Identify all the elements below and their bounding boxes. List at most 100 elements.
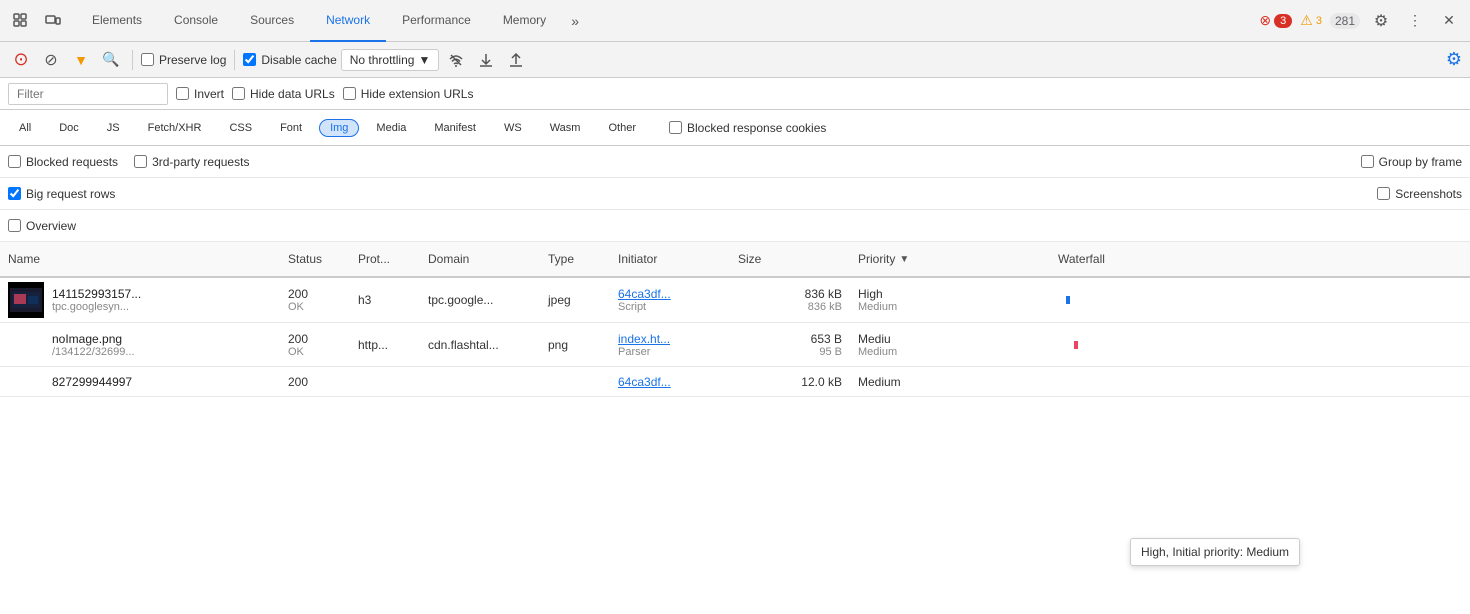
warning-count: ⚠ 3 bbox=[1300, 12, 1322, 29]
throttle-selector[interactable]: No throttling ▼ bbox=[341, 49, 440, 71]
tab-network[interactable]: Network bbox=[310, 0, 386, 42]
type-btn-doc[interactable]: Doc bbox=[48, 119, 90, 137]
filter-row: Invert Hide data URLs Hide extension URL… bbox=[0, 78, 1470, 110]
third-party-toggle[interactable]: 3rd-party requests bbox=[134, 155, 249, 169]
tab-elements[interactable]: Elements bbox=[76, 0, 158, 42]
td-priority-0: High Medium bbox=[850, 278, 1050, 322]
import-button[interactable] bbox=[473, 47, 499, 73]
table-body: 141152993157... tpc.googlesyn... 200 OK … bbox=[0, 278, 1470, 397]
tab-console[interactable]: Console bbox=[158, 0, 234, 42]
name-inner-2: 827299944997 bbox=[8, 375, 272, 389]
type-btn-media[interactable]: Media bbox=[365, 119, 417, 137]
type-btn-manifest[interactable]: Manifest bbox=[423, 119, 487, 137]
th-waterfall[interactable]: Waterfall bbox=[1050, 252, 1470, 266]
filter-input[interactable] bbox=[8, 83, 168, 105]
tab-sources[interactable]: Sources bbox=[234, 0, 310, 42]
td-priority-1: Mediu Medium bbox=[850, 323, 1050, 366]
th-protocol[interactable]: Prot... bbox=[350, 252, 420, 266]
screenshots-checkbox[interactable] bbox=[1377, 187, 1390, 200]
type-btn-js[interactable]: JS bbox=[96, 119, 131, 137]
th-name[interactable]: Name bbox=[0, 252, 280, 266]
type-btn-wasm[interactable]: Wasm bbox=[539, 119, 592, 137]
settings-button[interactable]: ⚙ bbox=[1368, 8, 1394, 34]
export-button[interactable] bbox=[503, 47, 529, 73]
overview-toggle[interactable]: Overview bbox=[8, 219, 76, 233]
inspect-icon[interactable] bbox=[8, 8, 34, 34]
stop-recording-button[interactable]: ⊙ bbox=[8, 47, 34, 73]
invert-toggle[interactable]: Invert bbox=[176, 87, 224, 101]
table-row[interactable]: 141152993157... tpc.googlesyn... 200 OK … bbox=[0, 278, 1470, 323]
tab-performance[interactable]: Performance bbox=[386, 0, 487, 42]
type-btn-img[interactable]: Img bbox=[319, 119, 359, 137]
options-right-1: Group by frame bbox=[1361, 155, 1462, 169]
hide-ext-urls-toggle[interactable]: Hide extension URLs bbox=[343, 87, 474, 101]
td-protocol-1: http... bbox=[350, 323, 420, 366]
overview-checkbox[interactable] bbox=[8, 219, 21, 232]
table-row[interactable]: noImage.png /134122/32699... 200 OK http… bbox=[0, 323, 1470, 367]
group-by-frame-checkbox[interactable] bbox=[1361, 155, 1374, 168]
close-devtools-button[interactable]: ✕ bbox=[1436, 8, 1462, 34]
th-priority[interactable]: Priority ▼ bbox=[850, 252, 1050, 266]
hide-data-urls-toggle[interactable]: Hide data URLs bbox=[232, 87, 335, 101]
table-header: Name Status Prot... Domain Type Initiato… bbox=[0, 242, 1470, 278]
tab-bar: Elements Console Sources Network Perform… bbox=[0, 0, 1470, 42]
blocked-requests-toggle[interactable]: Blocked requests bbox=[8, 155, 118, 169]
type-btn-css[interactable]: CSS bbox=[218, 119, 263, 137]
td-size-2: 12.0 kB bbox=[730, 367, 850, 396]
screenshots-toggle[interactable]: Screenshots bbox=[1377, 187, 1462, 201]
network-settings-button[interactable]: ⚙ bbox=[1446, 49, 1462, 70]
td-initiator-0: 64ca3df... Script bbox=[610, 278, 730, 322]
type-btn-other[interactable]: Other bbox=[597, 119, 647, 137]
wifi-icon[interactable] bbox=[443, 47, 469, 73]
th-size[interactable]: Size bbox=[730, 252, 850, 266]
table-row[interactable]: 827299944997 200 64ca3df... 12.0 kB Medi… bbox=[0, 367, 1470, 397]
tab-memory[interactable]: Memory bbox=[487, 0, 562, 42]
th-initiator[interactable]: Initiator bbox=[610, 252, 730, 266]
td-size-0: 836 kB 836 kB bbox=[730, 278, 850, 322]
td-initiator-1: index.ht... Parser bbox=[610, 323, 730, 366]
name-text-0: 141152993157... tpc.googlesyn... bbox=[52, 287, 141, 313]
hide-data-urls-checkbox[interactable] bbox=[232, 87, 245, 100]
preserve-log-checkbox[interactable] bbox=[141, 53, 154, 66]
search-button[interactable]: 🔍 bbox=[98, 47, 124, 73]
disable-cache-checkbox[interactable] bbox=[243, 53, 256, 66]
tab-bar-end: ⊗ 3 ⚠ 3 281 ⚙ ⋮ ✕ bbox=[1259, 8, 1462, 34]
blocked-requests-checkbox[interactable] bbox=[8, 155, 21, 168]
td-waterfall-0 bbox=[1050, 278, 1470, 322]
type-btn-all[interactable]: All bbox=[8, 119, 42, 137]
options-right-2: Screenshots bbox=[1377, 187, 1462, 201]
type-btn-ws[interactable]: WS bbox=[493, 119, 533, 137]
td-name-2: 827299944997 bbox=[0, 367, 280, 396]
disable-cache-toggle[interactable]: Disable cache bbox=[243, 53, 336, 67]
type-btn-fetch-xhr[interactable]: Fetch/XHR bbox=[137, 119, 213, 137]
invert-checkbox[interactable] bbox=[176, 87, 189, 100]
blocked-cookies-checkbox[interactable] bbox=[669, 121, 682, 134]
th-status[interactable]: Status bbox=[280, 252, 350, 266]
name-inner-0: 141152993157... tpc.googlesyn... bbox=[8, 282, 272, 318]
thumbnail-0 bbox=[8, 282, 44, 318]
blocked-cookies-toggle[interactable]: Blocked response cookies bbox=[669, 121, 826, 135]
td-name-1: noImage.png /134122/32699... bbox=[0, 323, 280, 366]
th-domain[interactable]: Domain bbox=[420, 252, 540, 266]
clear-button[interactable]: ⊘ bbox=[38, 47, 64, 73]
td-name-0: 141152993157... tpc.googlesyn... bbox=[0, 278, 280, 322]
td-type-0: jpeg bbox=[540, 278, 610, 322]
more-tabs-button[interactable]: » bbox=[562, 8, 588, 34]
device-toggle-icon[interactable] bbox=[40, 8, 66, 34]
filter-button[interactable]: ▼ bbox=[68, 47, 94, 73]
big-rows-toggle[interactable]: Big request rows bbox=[8, 187, 115, 201]
toolbar-divider-2 bbox=[234, 50, 235, 70]
options-row-2: Big request rows Screenshots bbox=[0, 178, 1470, 210]
td-type-1: png bbox=[540, 323, 610, 366]
th-type[interactable]: Type bbox=[540, 252, 610, 266]
hide-ext-urls-checkbox[interactable] bbox=[343, 87, 356, 100]
priority-sort-icon: ▼ bbox=[899, 254, 909, 265]
big-rows-checkbox[interactable] bbox=[8, 187, 21, 200]
group-by-frame-toggle[interactable]: Group by frame bbox=[1361, 155, 1462, 169]
td-status-1: 200 OK bbox=[280, 323, 350, 366]
td-status-2: 200 bbox=[280, 367, 350, 396]
third-party-checkbox[interactable] bbox=[134, 155, 147, 168]
more-options-button[interactable]: ⋮ bbox=[1402, 8, 1428, 34]
preserve-log-toggle[interactable]: Preserve log bbox=[141, 53, 226, 67]
type-btn-font[interactable]: Font bbox=[269, 119, 313, 137]
